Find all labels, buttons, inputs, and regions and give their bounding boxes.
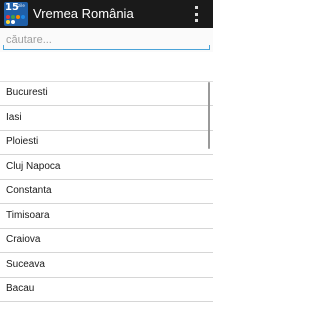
app-logo-dot: [11, 15, 15, 19]
app-logo-icon[interactable]: 15 zile: [4, 2, 28, 26]
city-list-item[interactable]: Iasi: [0, 107, 213, 131]
list-divider: [0, 105, 213, 106]
search-input[interactable]: [3, 31, 210, 50]
city-name: Iasi: [6, 112, 22, 123]
app-logo-dot: [11, 20, 15, 24]
city-name: Ploiesti: [6, 136, 39, 147]
search-underline-edge: [3, 45, 4, 50]
list-divider: [0, 252, 213, 253]
city-list-item[interactable]: Bucuresti: [0, 82, 213, 106]
app-logo-dot: [6, 15, 10, 19]
action-bar: 15 zile Vremea România: [0, 0, 213, 28]
city-name: Cluj Napoca: [6, 161, 61, 172]
search-underline-edge: [209, 45, 210, 50]
city-list-item[interactable]: Bacau: [0, 278, 213, 302]
list-divider: [0, 154, 213, 155]
city-name: Timisoara: [6, 210, 50, 221]
list-divider: [0, 301, 213, 302]
city-list[interactable]: Bucuresti Iasi Ploiesti Cluj Napoca Constant…: [0, 82, 213, 310]
app-logo-sup: zile: [18, 3, 25, 8]
app-logo-number: 15: [5, 2, 19, 13]
list-divider: [0, 203, 213, 204]
app-logo-dot: [6, 20, 10, 24]
city-name: Bacau: [6, 283, 35, 294]
city-name: Bucuresti: [6, 87, 48, 98]
city-name: Suceava: [6, 259, 45, 270]
app-title: Vremea România: [33, 6, 134, 21]
app-logo-dots: [6, 15, 27, 24]
app-logo-dot: [16, 15, 20, 19]
city-list-item[interactable]: Craiova: [0, 229, 213, 253]
overflow-dot: [194, 19, 198, 22]
city-list-item[interactable]: Cluj Napoca: [0, 156, 213, 180]
scrollbar[interactable]: [208, 82, 210, 149]
search-bar: [0, 28, 213, 52]
city-name: Craiova: [6, 234, 41, 245]
app-logo-dot: [21, 15, 25, 19]
city-list-item[interactable]: Ploiesti: [0, 131, 213, 155]
city-name: Constanta: [6, 185, 52, 196]
overflow-dot: [194, 12, 198, 16]
city-list-item[interactable]: Constanta: [0, 180, 213, 204]
overflow-dot: [194, 6, 198, 9]
city-list-item[interactable]: Suceava: [0, 254, 213, 278]
overflow-menu-icon[interactable]: [193, 6, 199, 22]
city-list-item[interactable]: Timisoara: [0, 205, 213, 229]
